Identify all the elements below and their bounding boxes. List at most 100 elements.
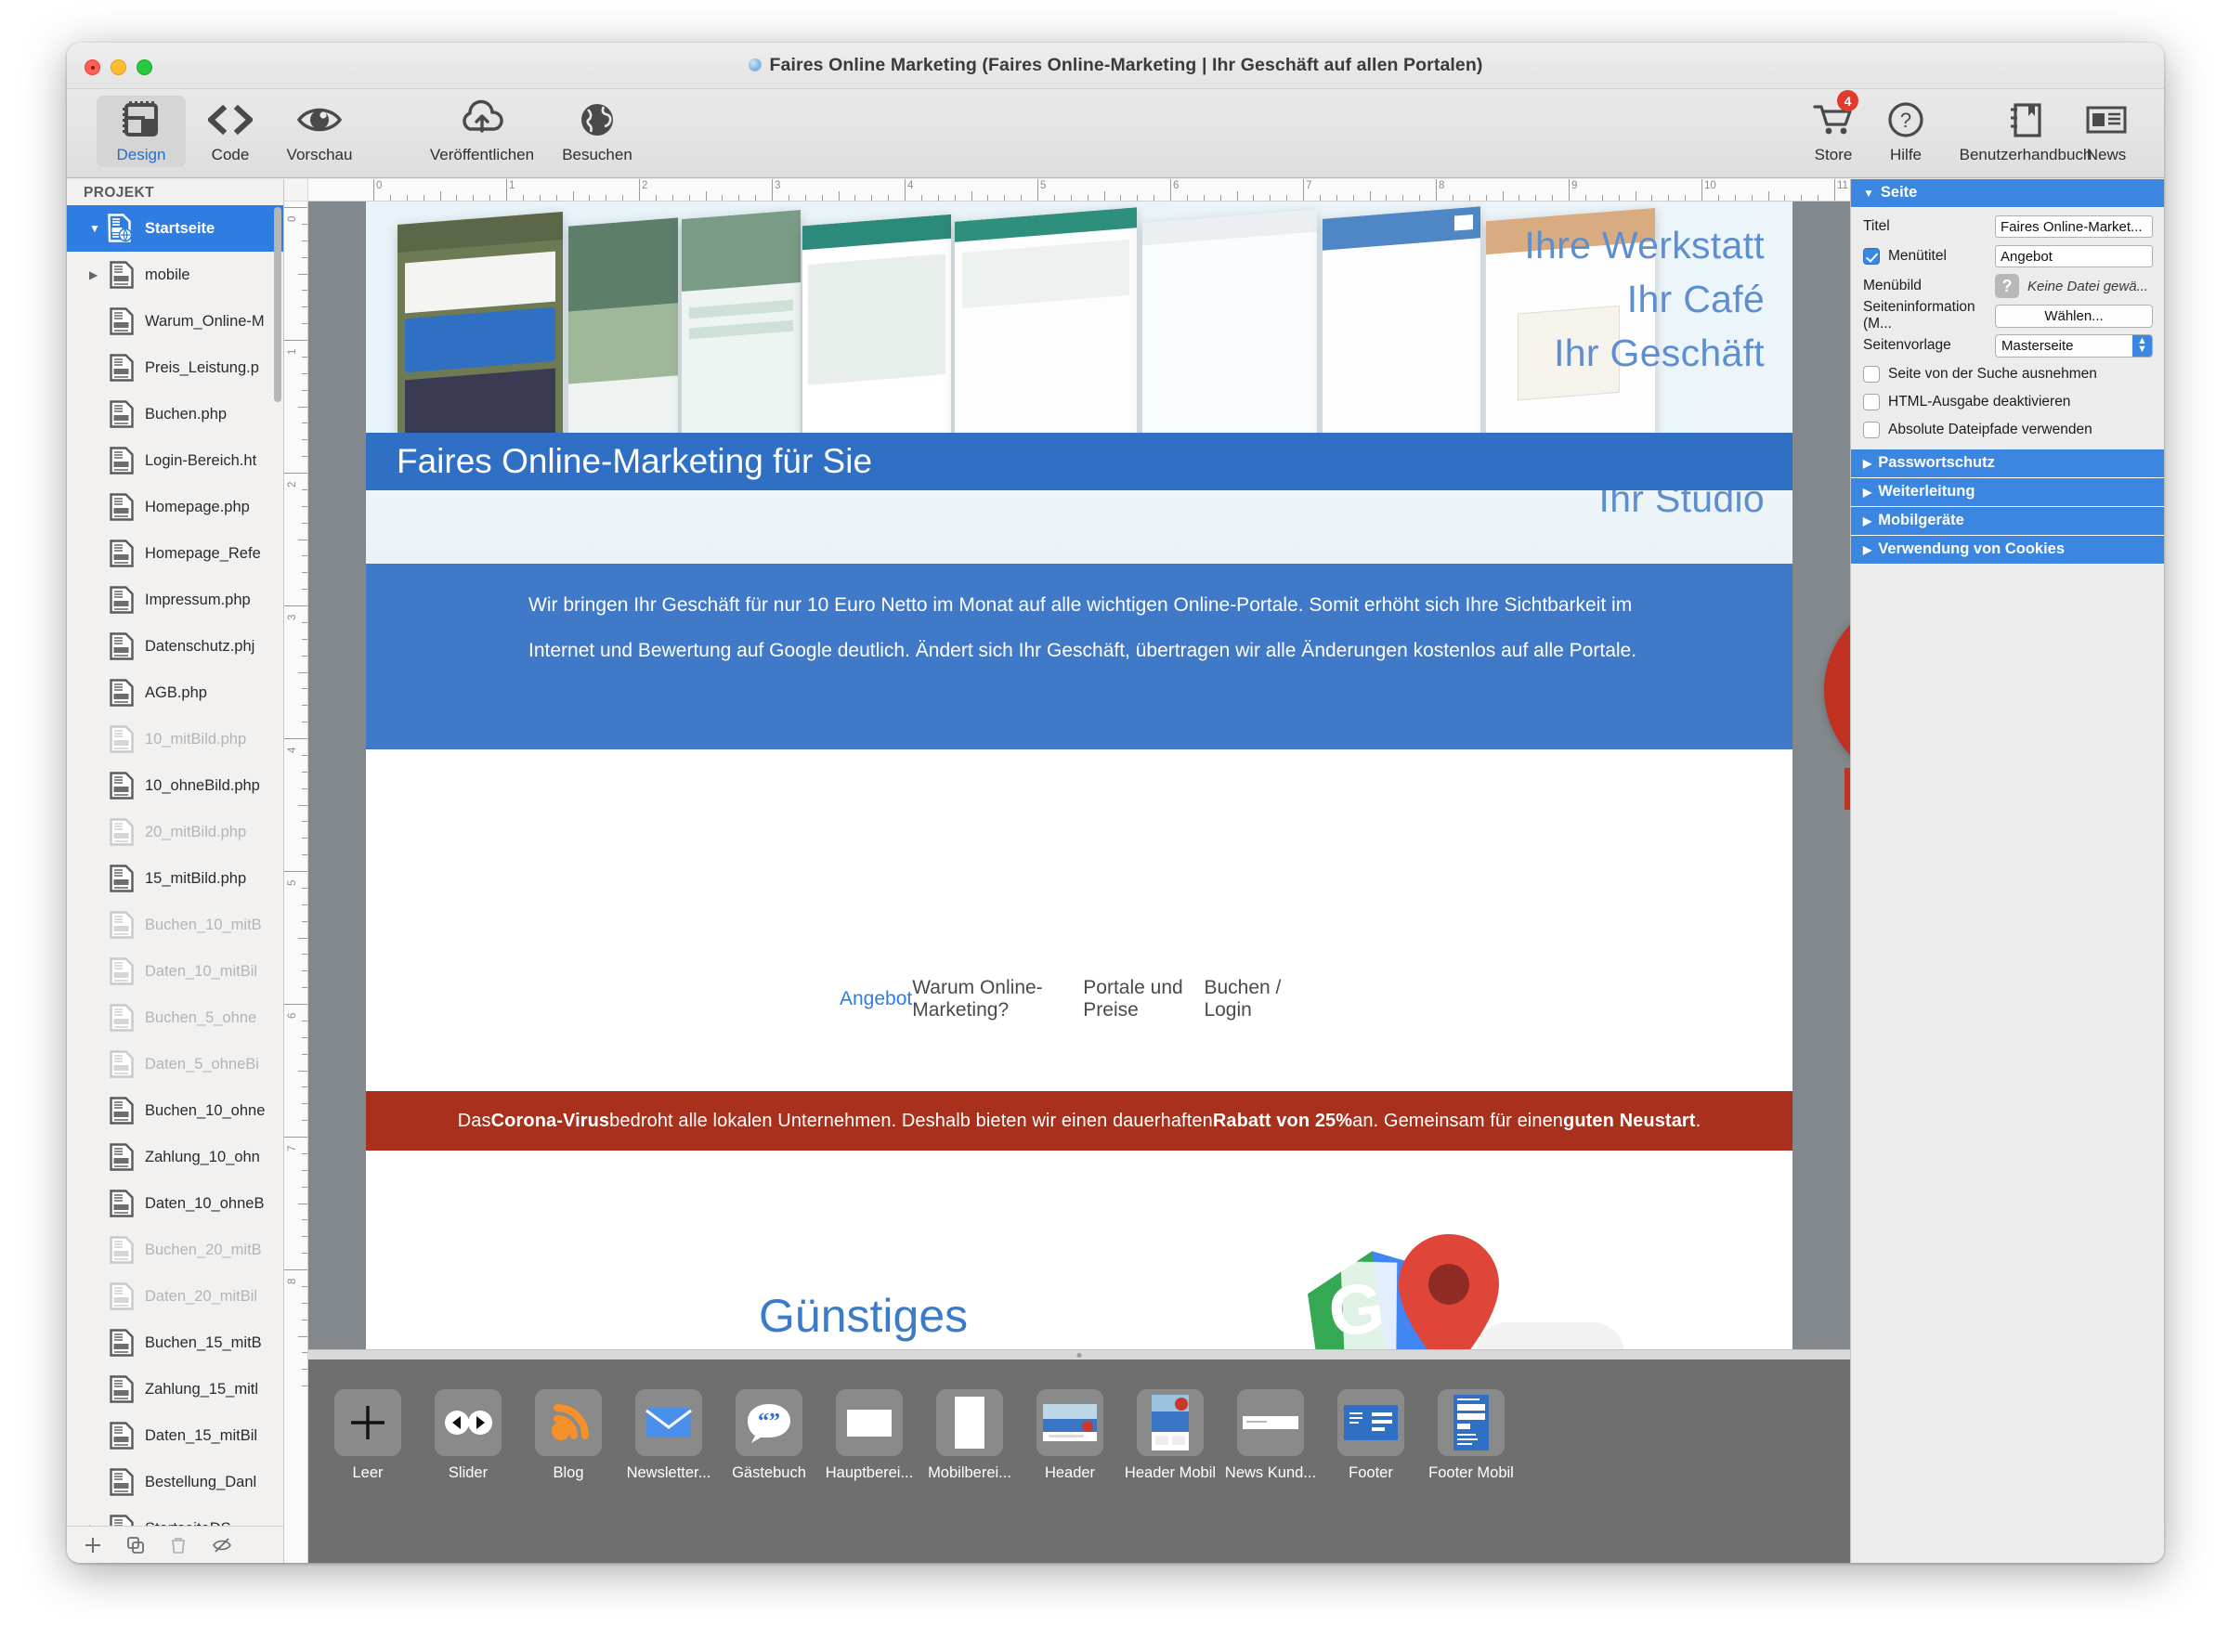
- module-palette[interactable]: Leer Slider Blog Newsletter... “” Gästeb…: [308, 1359, 1850, 1563]
- file-tree-item[interactable]: Buchen_10_ohne: [67, 1087, 283, 1134]
- file-tree-item[interactable]: Impressum.php: [67, 577, 283, 623]
- file-tree-item[interactable]: Daten_5_ohneBi: [67, 1041, 283, 1087]
- inspector-section-cookies[interactable]: ▶ Verwendung von Cookies: [1851, 536, 2164, 565]
- file-tree-item[interactable]: Preis_Leistung.p: [67, 345, 283, 391]
- inspector-section-passwortschutz[interactable]: ▶ Passwortschutz: [1851, 449, 2164, 478]
- file-tree-item[interactable]: Zahlung_15_mitl: [67, 1366, 283, 1412]
- module-header[interactable]: Header: [1020, 1389, 1120, 1482]
- toolbar-design-button[interactable]: Design: [97, 96, 186, 167]
- file-tree-item[interactable]: 15_mitBild.php: [67, 855, 283, 902]
- file-tree-item[interactable]: Buchen_15_mitB: [67, 1320, 283, 1366]
- module-footer[interactable]: Footer: [1321, 1389, 1421, 1482]
- twisty-right-icon[interactable]: ▶: [89, 268, 106, 281]
- tab-portale-und-preise[interactable]: Portale und Preise: [1083, 977, 1204, 1021]
- toolbar-code-button[interactable]: Code: [186, 96, 275, 164]
- inspector-check-suche[interactable]: Seite von der Suche ausnehmen: [1851, 360, 2164, 388]
- file-tree-item[interactable]: Daten_10_ohneB: [67, 1180, 283, 1227]
- project-file-tree[interactable]: ▼ Startseite ▶ mobile Warum_Online-M Prei…: [67, 205, 283, 1526]
- file-tree-item[interactable]: 10_ohneBild.php: [67, 762, 283, 809]
- toolbar-preview-button[interactable]: Vorschau: [275, 96, 364, 164]
- inspector-check-absolute[interactable]: Absolute Dateipfade verwenden: [1851, 416, 2164, 444]
- inspector-section-seite-header[interactable]: ▼ Seite: [1851, 179, 2164, 208]
- twisty-down-icon[interactable]: ▼: [89, 222, 106, 235]
- file-tree-item[interactable]: Bestellung_Danl: [67, 1459, 283, 1505]
- file-tree-item[interactable]: Login-Bereich.ht: [67, 437, 283, 484]
- toolbar-fishbeam-button[interactable]: Fishbeam: [2145, 96, 2164, 164]
- ruler-tick: [738, 195, 740, 201]
- quote-bubble-icon: “”: [736, 1389, 802, 1456]
- file-tree-item[interactable]: Buchen_5_ohne: [67, 995, 283, 1041]
- ruler-tick: [298, 406, 307, 408]
- panel-splitter[interactable]: [308, 1349, 1850, 1359]
- file-tree-item[interactable]: Daten_10_mitBil: [67, 948, 283, 995]
- hide-icon[interactable]: [212, 1536, 232, 1554]
- ruler-tick: [937, 195, 939, 201]
- file-tree-item-label: Daten_5_ohneBi: [145, 1055, 259, 1073]
- toolbar-store-button[interactable]: 4 Store: [1796, 90, 1871, 164]
- file-tree-item[interactable]: Buchen.php: [67, 391, 283, 437]
- module-gaestebuch[interactable]: “” Gästebuch: [719, 1389, 819, 1482]
- file-tree-item-label: Warum_Online-M: [145, 312, 265, 330]
- inspector-section-weiterleitung[interactable]: ▶ Weiterleitung: [1851, 478, 2164, 507]
- inspector-section-mobilgeraete[interactable]: ▶ Mobilgeräte: [1851, 507, 2164, 536]
- twisty-right-icon[interactable]: ▶: [89, 1522, 106, 1526]
- ruler-tick: [302, 1120, 307, 1122]
- exclude-from-search-checkbox[interactable]: [1863, 366, 1880, 383]
- inspector-seiteninfo-choose-button[interactable]: Wählen...: [1995, 304, 2153, 328]
- ruler-tick: [302, 522, 307, 524]
- toolbar-help-button[interactable]: ? Hilfe: [1872, 96, 1939, 164]
- inspector-check-html[interactable]: HTML-Ausgabe deaktivieren: [1851, 388, 2164, 416]
- duplicate-icon[interactable]: [126, 1536, 145, 1554]
- file-tree-item[interactable]: Daten_20_mitBil: [67, 1273, 283, 1320]
- ruler-tick: [302, 1369, 307, 1371]
- file-tree-item[interactable]: 10_mitBild.php: [67, 716, 283, 762]
- ruler-tick: [1270, 195, 1271, 201]
- toolbar-publish-button[interactable]: Veröffentlichen: [412, 96, 552, 164]
- module-newsletter[interactable]: Newsletter...: [619, 1389, 719, 1482]
- tab-angebot[interactable]: Angebot: [840, 988, 912, 1010]
- stepper-arrows-icon: ▲ ▼: [2132, 334, 2152, 357]
- inspector-titel-input[interactable]: Faires Online-Market...: [1995, 215, 2153, 238]
- module-leer[interactable]: Leer: [318, 1389, 418, 1482]
- file-tree-item[interactable]: Homepage_Refe: [67, 530, 283, 577]
- inspector-menubild-value[interactable]: Keine Datei gewä...: [2027, 279, 2148, 294]
- toolbar-news-button[interactable]: News: [2069, 96, 2144, 164]
- file-tree-item[interactable]: ▶ mobile: [67, 252, 283, 298]
- sidebar-scrollbar[interactable]: [274, 207, 281, 402]
- splitter-grip[interactable]: [1076, 1353, 1082, 1358]
- add-icon[interactable]: [84, 1536, 102, 1554]
- module-header-mobil[interactable]: Header Mobil: [1120, 1389, 1220, 1482]
- tab-buchen-login[interactable]: Buchen / Login: [1204, 977, 1302, 1021]
- file-tree-item[interactable]: ▼ Startseite: [67, 205, 283, 252]
- module-news-kunden[interactable]: News Kund...: [1220, 1389, 1321, 1482]
- inspector-seitenvorlage-select[interactable]: Masterseite ▲ ▼: [1995, 333, 2153, 358]
- module-footer-mobil[interactable]: Footer Mobil: [1421, 1389, 1521, 1482]
- trash-icon[interactable]: [169, 1536, 188, 1554]
- site-nav-tabs[interactable]: Angebot Warum Online-Marketing? Portale …: [840, 969, 1302, 1029]
- file-tree-item[interactable]: Warum_Online-M: [67, 298, 283, 345]
- menutitel-checkbox[interactable]: [1863, 248, 1880, 265]
- tab-warum-online-marketing[interactable]: Warum Online-Marketing?: [912, 977, 1083, 1021]
- page-document-icon: [110, 1515, 134, 1526]
- file-tree-item[interactable]: 20_mitBild.php: [67, 809, 283, 855]
- file-tree-item[interactable]: Datenschutz.phj: [67, 623, 283, 670]
- file-tree-item[interactable]: Buchen_20_mitB: [67, 1227, 283, 1273]
- rss-blog-icon: [535, 1389, 602, 1456]
- file-tree-item[interactable]: Zahlung_10_ohn: [67, 1134, 283, 1180]
- module-hauptbereich[interactable]: Hauptberei...: [819, 1389, 919, 1482]
- inspector-titel-label: Titel: [1863, 218, 1890, 234]
- disable-html-output-checkbox[interactable]: [1863, 394, 1880, 410]
- module-slider[interactable]: Slider: [418, 1389, 518, 1482]
- absolute-paths-checkbox[interactable]: [1863, 422, 1880, 438]
- file-tree-item[interactable]: Buchen_10_mitB: [67, 902, 283, 948]
- module-mobilbereich[interactable]: Mobilberei...: [919, 1389, 1020, 1482]
- file-tree-item[interactable]: Daten_15_mitBil: [67, 1412, 283, 1459]
- design-canvas[interactable]: Ihre Werkstatt Ihr Café Ihr Geschäft Ihr…: [308, 202, 1850, 1563]
- file-tree-item[interactable]: Homepage.php: [67, 484, 283, 530]
- module-blog[interactable]: Blog: [518, 1389, 619, 1482]
- inspector-menutitel-input[interactable]: Angebot: [1995, 245, 2153, 267]
- page-preview[interactable]: Ihre Werkstatt Ihr Café Ihr Geschäft Ihr…: [308, 202, 1850, 1563]
- toolbar-visit-button[interactable]: Besuchen: [546, 96, 648, 164]
- file-tree-item[interactable]: ▶ StartseiteDS: [67, 1505, 283, 1526]
- file-tree-item[interactable]: AGB.php: [67, 670, 283, 716]
